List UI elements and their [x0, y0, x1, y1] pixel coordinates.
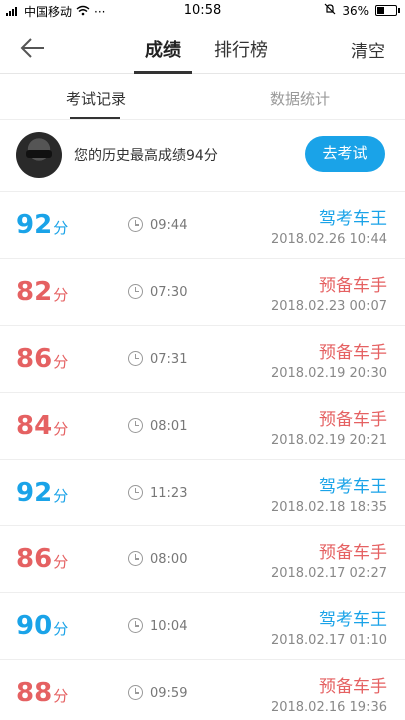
- exam-date: 2018.02.16 19:36: [270, 700, 387, 716]
- rank-title: 预备车手: [319, 342, 387, 363]
- clock-icon: [128, 283, 143, 299]
- subtab-exam-records[interactable]: 考试记录: [66, 88, 126, 109]
- tab-ranking[interactable]: 排行榜: [214, 36, 268, 62]
- exam-date: 2018.02.26 10:44: [270, 232, 387, 247]
- clock-icon: [128, 618, 143, 634]
- subtab-statistics[interactable]: 数据统计: [270, 88, 330, 109]
- exam-date: 2018.02.19 20:30: [270, 365, 387, 381]
- exam-record-list: 92分 09:44 驾考车王 2018.02.26 10:44 82分 07:30 预备车手…: [0, 192, 405, 720]
- rank-title: 预备车手: [319, 409, 387, 430]
- score-unit: 分: [53, 486, 69, 505]
- clock-icon: [128, 685, 143, 701]
- score-unit: 分: [53, 219, 69, 237]
- exam-record-row[interactable]: 86分 07:31 预备车手 2018.02.19 20:30: [0, 326, 405, 393]
- exam-duration: 07:30: [150, 284, 188, 300]
- rank-title: 预备车手: [319, 543, 387, 564]
- score-number: 90: [16, 611, 53, 642]
- rank-title: 驾考车王: [319, 209, 387, 229]
- score-unit: 分: [53, 687, 69, 706]
- exam-date: 2018.02.19 20:21: [270, 432, 387, 448]
- score-unit: 分: [53, 419, 69, 438]
- exam-record-row[interactable]: 88分 09:59 预备车手 2018.02.16 19:36: [0, 660, 405, 720]
- exam-duration: 11:23: [150, 485, 188, 501]
- avatar: [16, 132, 62, 178]
- score-value: 88分: [16, 678, 68, 708]
- exam-record-row[interactable]: 86分 08:00 预备车手 2018.02.17 02:27: [0, 526, 405, 594]
- exam-duration: 10:04: [150, 619, 188, 635]
- score-value: 86分: [16, 344, 68, 374]
- sub-tabs: 考试记录 数据统计: [0, 74, 405, 120]
- exam-record-row[interactable]: 92分 09:44 驾考车王 2018.02.26 10:44: [0, 192, 405, 259]
- exam-date: 2018.02.17 01:10: [270, 633, 387, 649]
- battery-percent: 36%: [342, 3, 369, 18]
- score-value: 92分: [16, 210, 68, 240]
- score-value: 84分: [16, 411, 68, 441]
- status-right: 36%: [324, 3, 400, 18]
- score-value: 82分: [16, 277, 68, 307]
- tab-score[interactable]: 成绩: [145, 36, 181, 62]
- back-button[interactable]: [18, 35, 48, 61]
- best-score-banner: 您的历史最高成绩94分 去考试: [0, 120, 405, 192]
- exam-date: 2018.02.23 00:07: [270, 298, 387, 314]
- go-exam-button[interactable]: 去考试: [305, 136, 385, 172]
- exam-duration: 08:01: [150, 418, 188, 434]
- clock-icon: [128, 350, 143, 366]
- exam-record-row[interactable]: 92分 11:23 驾考车王 2018.02.18 18:35: [0, 460, 405, 527]
- battery-icon: [375, 5, 400, 16]
- exam-duration: 07:31: [150, 351, 188, 367]
- rank-title: 驾考车王: [319, 610, 387, 631]
- score-number: 82: [16, 276, 53, 307]
- score-unit: 分: [53, 285, 69, 304]
- rank-title: 预备车手: [319, 677, 387, 698]
- score-number: 86: [16, 544, 53, 575]
- exam-date: 2018.02.18 18:35: [270, 499, 387, 515]
- nav-bar: 成绩 排行榜 清空: [0, 22, 405, 74]
- exam-duration: 08:00: [150, 552, 188, 568]
- exam-record-row[interactable]: 82分 07:30 预备车手 2018.02.23 00:07: [0, 259, 405, 326]
- score-value: 90分: [16, 611, 68, 641]
- score-unit: 分: [53, 620, 69, 639]
- score-value: 86分: [16, 544, 68, 574]
- clock-icon: [128, 484, 143, 500]
- score-value: 92分: [16, 478, 68, 508]
- back-arrow-icon: [20, 38, 44, 58]
- exam-duration: 09:44: [150, 218, 188, 233]
- clear-button[interactable]: 清空: [351, 37, 385, 62]
- exam-record-row[interactable]: 84分 08:01 预备车手 2018.02.19 20:21: [0, 393, 405, 460]
- clock-icon: [128, 217, 143, 232]
- clock-icon: [128, 551, 143, 567]
- score-number: 86: [16, 343, 53, 374]
- best-score-text: 您的历史最高成绩94分: [74, 148, 218, 164]
- bell-off-icon: [324, 3, 336, 18]
- exam-date: 2018.02.17 02:27: [270, 566, 387, 582]
- score-number: 88: [16, 678, 53, 709]
- exam-record-row[interactable]: 90分 10:04 驾考车王 2018.02.17 01:10: [0, 593, 405, 661]
- rank-title: 预备车手: [319, 275, 387, 296]
- score-unit: 分: [53, 553, 69, 572]
- status-bar: 中国移动 ··· 10:58 36%: [0, 0, 405, 22]
- score-number: 84: [16, 410, 53, 441]
- subtab-indicator: [70, 117, 120, 119]
- exam-duration: 09:59: [150, 686, 188, 702]
- score-number: 92: [16, 210, 53, 240]
- score-unit: 分: [53, 352, 69, 371]
- rank-title: 驾考车王: [319, 476, 387, 497]
- clock-icon: [128, 417, 143, 433]
- score-number: 92: [16, 477, 53, 508]
